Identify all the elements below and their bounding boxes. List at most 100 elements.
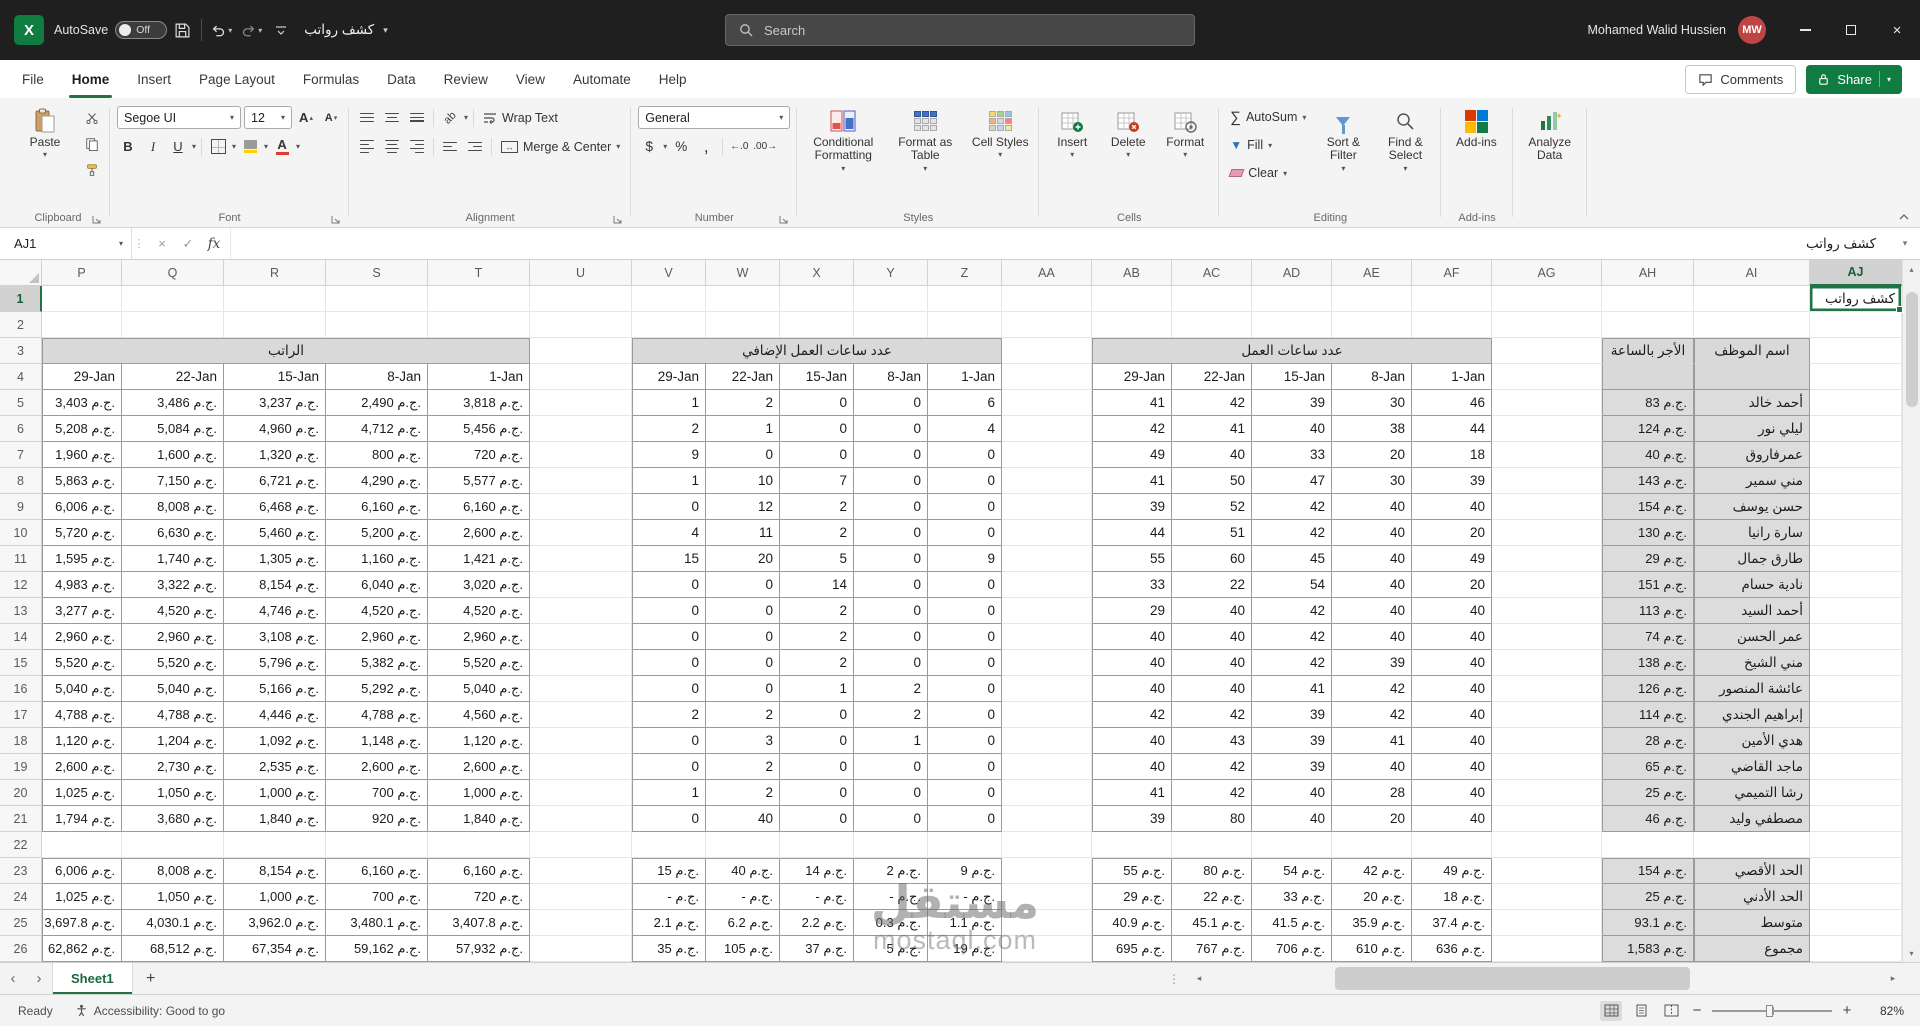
cell[interactable]: 40 <box>1092 728 1172 754</box>
cell[interactable]: 29 <box>1092 598 1172 624</box>
cell[interactable]: 5,040 ج.م. <box>42 676 122 702</box>
cell[interactable] <box>530 650 632 676</box>
cell[interactable]: 2 <box>706 390 780 416</box>
add-ins-button[interactable]: Add-ins <box>1448 105 1504 152</box>
cell[interactable]: 15-Jan <box>780 364 854 390</box>
cell[interactable]: 7 <box>780 468 854 494</box>
cell[interactable]: 25 ج.م. <box>1602 884 1694 910</box>
cell[interactable]: عدد ساعات العمل <box>1092 338 1492 364</box>
cell[interactable]: 6,160 ج.م. <box>428 858 530 884</box>
cell[interactable]: 0 <box>706 598 780 624</box>
cell[interactable]: 113 ج.م. <box>1602 598 1694 624</box>
cell[interactable] <box>1002 338 1092 364</box>
cell[interactable]: 4,520 ج.م. <box>122 598 224 624</box>
cell[interactable] <box>1810 468 1902 494</box>
cell[interactable]: 19 ج.م. <box>928 936 1002 962</box>
row-header-12[interactable]: 12 <box>0 572 42 598</box>
cell[interactable] <box>1810 494 1902 520</box>
cell[interactable]: 9 <box>928 546 1002 572</box>
cell[interactable]: 0 <box>854 572 928 598</box>
column-header-AG[interactable]: AG <box>1492 260 1602 286</box>
underline-options[interactable]: ▾ <box>192 142 196 151</box>
cell[interactable]: 52 <box>1172 494 1252 520</box>
font-color-button[interactable]: A <box>271 136 293 158</box>
cell[interactable]: 8,154 ج.م. <box>224 858 326 884</box>
cell[interactable]: 3,403 ج.م. <box>42 390 122 416</box>
ribbon-tab-help[interactable]: Help <box>645 60 701 98</box>
cell[interactable] <box>1492 442 1602 468</box>
cell[interactable]: 2,960 ج.م. <box>428 624 530 650</box>
cell[interactable] <box>1002 494 1092 520</box>
cell[interactable]: 49 ج.م. <box>1412 858 1492 884</box>
cell[interactable]: 0 <box>632 676 706 702</box>
column-header-AB[interactable]: AB <box>1092 260 1172 286</box>
formula-input[interactable]: كشف رواتب <box>231 228 1890 259</box>
cell[interactable]: 0 <box>928 624 1002 650</box>
cell[interactable] <box>1810 598 1902 624</box>
cell[interactable]: 1 <box>632 780 706 806</box>
cell[interactable] <box>1492 936 1602 962</box>
cell[interactable]: 0 <box>632 806 706 832</box>
cell[interactable]: 3,020 ج.م. <box>428 572 530 598</box>
cell[interactable] <box>1492 338 1602 364</box>
cell[interactable]: هدي الأمين <box>1694 728 1810 754</box>
cell[interactable]: 6,160 ج.م. <box>428 494 530 520</box>
cell[interactable] <box>1332 312 1412 338</box>
cell[interactable]: 0 <box>780 702 854 728</box>
column-header-AI[interactable]: AI <box>1694 260 1810 286</box>
cell[interactable]: 35 ج.م. <box>632 936 706 962</box>
cell[interactable]: 5,040 ج.م. <box>122 676 224 702</box>
cell[interactable] <box>1810 364 1902 390</box>
cell[interactable]: 33 <box>1252 442 1332 468</box>
cell[interactable]: أحمد خالد <box>1694 390 1810 416</box>
cell[interactable]: 0 <box>928 468 1002 494</box>
borders-options[interactable]: ▾ <box>232 142 236 151</box>
cell[interactable]: 767 ج.م. <box>1172 936 1252 962</box>
cell[interactable]: 46 <box>1412 390 1492 416</box>
cell[interactable] <box>854 832 928 858</box>
cell[interactable]: 35.9 ج.م. <box>1332 910 1412 936</box>
cell[interactable]: 22-Jan <box>706 364 780 390</box>
cell[interactable] <box>530 390 632 416</box>
cell[interactable] <box>1002 728 1092 754</box>
cell[interactable]: 39 <box>1252 728 1332 754</box>
cell[interactable]: 5,166 ج.م. <box>224 676 326 702</box>
cell[interactable]: 3,322 ج.م. <box>122 572 224 598</box>
cell[interactable] <box>224 832 326 858</box>
cell[interactable]: 1 <box>632 390 706 416</box>
cell[interactable]: 3,277 ج.م. <box>42 598 122 624</box>
cell[interactable]: 1-Jan <box>1412 364 1492 390</box>
cell[interactable] <box>530 442 632 468</box>
cell[interactable]: 920 ج.م. <box>326 806 428 832</box>
cell[interactable]: 1,583 ج.م. <box>1602 936 1694 962</box>
cell[interactable] <box>530 858 632 884</box>
cell[interactable]: 0 <box>632 728 706 754</box>
cell[interactable]: 42 <box>1252 598 1332 624</box>
cell[interactable]: 42 <box>1332 676 1412 702</box>
cell[interactable]: 1,120 ج.م. <box>42 728 122 754</box>
cell[interactable]: 2,490 ج.م. <box>326 390 428 416</box>
cell[interactable]: 74 ج.م. <box>1602 624 1694 650</box>
accessibility-status[interactable]: Accessibility: Good to go <box>75 1004 225 1018</box>
cell[interactable]: 41 <box>1092 468 1172 494</box>
maximize-button[interactable] <box>1828 0 1874 60</box>
cell[interactable]: 67,354 ج.م. <box>224 936 326 962</box>
cell[interactable] <box>780 286 854 312</box>
cell[interactable] <box>1002 936 1092 962</box>
cell[interactable]: 0 <box>854 468 928 494</box>
cell[interactable]: 5,456 ج.م. <box>428 416 530 442</box>
column-header-AA[interactable]: AA <box>1002 260 1092 286</box>
cell[interactable]: 0 <box>706 676 780 702</box>
cell[interactable]: 1-Jan <box>428 364 530 390</box>
column-header-AD[interactable]: AD <box>1252 260 1332 286</box>
cell[interactable]: 42 <box>1172 780 1252 806</box>
cell[interactable] <box>1252 832 1332 858</box>
cell[interactable] <box>1002 442 1092 468</box>
cell[interactable]: 130 ج.م. <box>1602 520 1694 546</box>
column-header-W[interactable]: W <box>706 260 780 286</box>
cell[interactable] <box>1810 546 1902 572</box>
document-title-menu[interactable]: كشف رواتب ▾ <box>304 22 388 38</box>
cell[interactable]: 40 <box>1412 702 1492 728</box>
collapse-ribbon-button[interactable] <box>1898 213 1910 221</box>
cell[interactable]: 2,535 ج.م. <box>224 754 326 780</box>
